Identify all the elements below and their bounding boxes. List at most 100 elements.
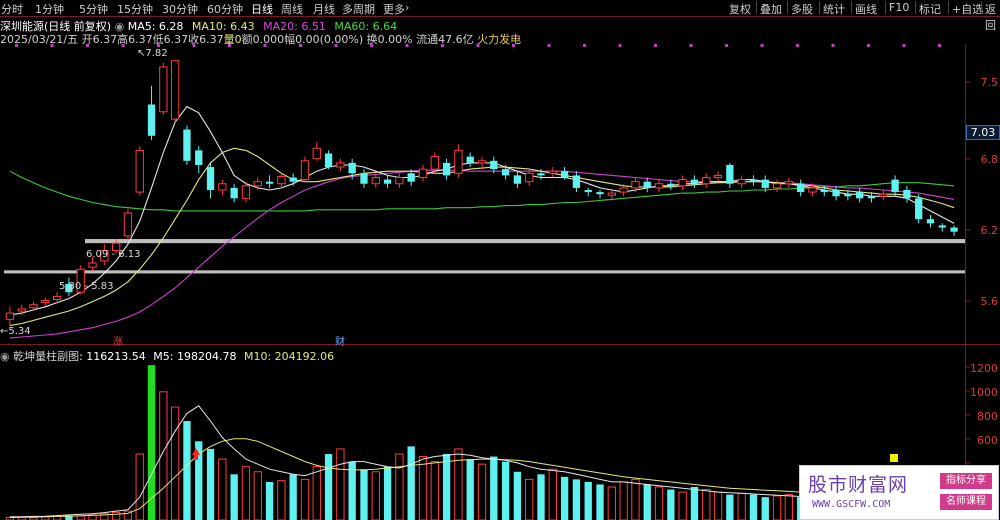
event-marker — [157, 44, 160, 47]
volume-bar-up — [253, 471, 262, 520]
candle-body-up — [619, 187, 628, 193]
volume-panel-title: 乾坤量柱副图 — [13, 350, 80, 363]
event-marker — [831, 44, 835, 47]
volume-bar-up — [277, 480, 286, 520]
volume-bar-up — [430, 461, 439, 520]
watermark-url: WWW.GSCFW.COM — [812, 499, 891, 510]
candle-body-down — [195, 150, 203, 165]
candle-body-down — [926, 219, 935, 224]
candle-body-up — [879, 193, 888, 197]
event-marker — [689, 44, 693, 47]
event-marker — [192, 44, 196, 47]
price-tick: 6.8 — [980, 153, 999, 166]
high-price-label: ↖7.82 — [137, 48, 168, 59]
volume-bar-down — [407, 446, 415, 520]
volume-bar-down — [537, 474, 545, 520]
event-marker — [121, 44, 125, 47]
volume-bar-up — [111, 511, 121, 520]
candle-body-down — [490, 160, 498, 170]
event-marker — [618, 44, 622, 47]
candle-body-up — [713, 174, 723, 178]
volume-bar-down — [383, 466, 392, 520]
candle-body-up — [135, 149, 144, 193]
volume-bar-up — [76, 515, 85, 520]
event-marker — [15, 44, 18, 47]
candle-body-down — [903, 190, 911, 199]
watermark-badge-course: 名师课程 — [940, 494, 992, 510]
limit-up-marker: 涨 — [113, 337, 123, 348]
volume-bar-down — [265, 481, 274, 520]
candle-body-up — [371, 176, 380, 185]
candle-body-down — [596, 192, 604, 195]
volume-bar-up — [772, 495, 782, 520]
watermark-title: 股市财富网 — [808, 474, 909, 496]
candle-body-down — [950, 227, 958, 232]
candle-body-up — [218, 183, 227, 191]
candle-body-up — [525, 172, 534, 183]
candle-body-up — [253, 181, 262, 187]
candle-body-up — [336, 162, 345, 168]
candle-body-up — [395, 176, 404, 185]
candle-body-up — [702, 176, 711, 185]
event-marker — [725, 44, 728, 47]
candle-body-down — [938, 225, 946, 228]
candle-body-up — [631, 181, 640, 189]
finance-marker: 财 — [335, 337, 345, 348]
volume-bar-up — [218, 458, 227, 520]
event-marker — [796, 44, 799, 47]
candle-body-down — [147, 104, 156, 136]
candle-body-down — [513, 175, 522, 184]
candle-body-up — [454, 149, 463, 174]
candle-body-down — [690, 179, 699, 184]
candle-body-down — [442, 162, 451, 176]
candle-body-down — [797, 183, 805, 193]
candle-body-up — [784, 181, 794, 185]
event-marker — [760, 44, 764, 47]
event-marker — [299, 44, 302, 47]
low-price-value: 5.34 — [8, 326, 31, 337]
volume-bar-down — [289, 474, 297, 520]
settings-icon[interactable]: ◉ — [0, 350, 10, 363]
high-price-value: 7.82 — [145, 48, 168, 59]
candle-body-down — [749, 179, 758, 182]
candle-body-down — [832, 190, 840, 197]
current-price-tag: 7.03 — [966, 125, 1000, 140]
volume-m5: M5: 198204.78 — [153, 350, 237, 363]
candle-body-up — [41, 300, 50, 304]
kline-chart — [0, 16, 1000, 520]
watermark-badge-indicator: 指标分享 — [940, 473, 992, 489]
volume-bar-up — [619, 481, 628, 520]
volume-tick: 800 — [977, 410, 998, 423]
candle-body-down — [289, 177, 297, 182]
candle-body-down — [761, 179, 769, 188]
candle-body-up — [654, 183, 664, 189]
candle-body-up — [170, 60, 180, 120]
volume-bar-down — [560, 476, 569, 520]
event-marker — [50, 44, 54, 47]
event-marker — [512, 44, 515, 47]
candle-body-down — [844, 194, 852, 197]
candle-body-down — [348, 162, 356, 174]
event-marker — [228, 44, 231, 47]
volume-bar-down — [442, 454, 451, 520]
volume-bar-down — [761, 497, 769, 520]
candle-body-down — [820, 190, 828, 193]
event-marker — [476, 44, 480, 47]
candle-body-up — [159, 66, 168, 113]
candle-body-up — [678, 179, 687, 187]
candle-body-up — [737, 179, 746, 185]
candle-body-down — [466, 156, 474, 163]
candle-body-down — [572, 175, 581, 188]
volume-bar-down — [466, 459, 474, 520]
event-marker — [370, 44, 373, 47]
volume-bar-down — [584, 481, 592, 520]
candle-body-up — [17, 308, 26, 312]
signal-marker — [890, 454, 898, 462]
range-label-upper: 6.09 - 6.13 — [86, 249, 141, 260]
volume-bar-up — [784, 494, 794, 520]
event-marker — [902, 44, 906, 47]
volume-bar-up — [336, 448, 345, 520]
volume-bar-up — [418, 456, 428, 520]
volume-tick: 1200 — [970, 362, 998, 375]
volume-bar-down — [572, 479, 581, 520]
